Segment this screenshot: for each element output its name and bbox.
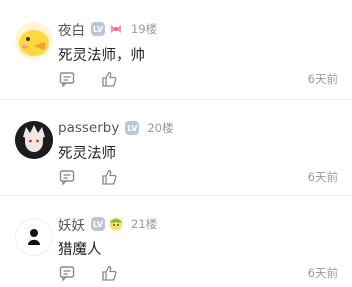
like-thumb-icon[interactable]	[100, 168, 118, 186]
floor-number: 21楼	[131, 217, 158, 231]
comment-item: passerby LV 20楼 死灵法师 6天前	[0, 100, 352, 195]
comment-item: 夜白 LV 19楼 死灵法师，帅 6天前	[0, 0, 352, 88]
comment-time: 6天前	[307, 170, 338, 184]
reply-icon[interactable]	[58, 168, 76, 186]
yellow-chick-avatar-icon	[15, 22, 53, 60]
dark-figure-avatar-icon	[16, 219, 52, 255]
cartoon-face-badge-icon	[109, 217, 123, 231]
comment-text: 死灵法师	[58, 146, 116, 162]
reply-icon[interactable]	[58, 70, 76, 88]
comment-header: 妖妖 LV 21楼	[58, 214, 158, 234]
white-haired-character-avatar-icon	[15, 121, 53, 159]
level-badge: LV	[91, 217, 105, 231]
avatar[interactable]	[15, 218, 53, 256]
like-thumb-icon[interactable]	[100, 70, 118, 88]
level-badge: LV	[91, 22, 105, 36]
floor-number: 19楼	[131, 22, 158, 36]
comment-text: 死灵法师，帅	[58, 48, 145, 64]
comment-actions	[58, 70, 142, 88]
pink-bow-badge-icon	[109, 22, 123, 36]
username[interactable]: 妖妖	[58, 214, 85, 234]
level-badge: LV	[125, 121, 140, 135]
avatar[interactable]	[15, 121, 53, 159]
username[interactable]: passerby	[58, 120, 119, 136]
comment-header: 夜白 LV 19楼	[58, 19, 158, 39]
comment-time: 6天前	[307, 266, 338, 280]
comment-item: 妖妖 LV 21楼 猎魔人 6天前	[0, 196, 352, 287]
avatar[interactable]	[15, 22, 53, 60]
reply-icon[interactable]	[58, 264, 76, 282]
username[interactable]: 夜白	[58, 19, 85, 39]
comment-time: 6天前	[307, 72, 338, 86]
comment-actions	[58, 264, 142, 282]
comment-header: passerby LV 20楼	[58, 120, 173, 136]
comment-actions	[58, 168, 142, 186]
like-thumb-icon[interactable]	[100, 264, 118, 282]
floor-number: 20楼	[147, 121, 174, 135]
comment-text: 猎魔人	[58, 242, 102, 258]
